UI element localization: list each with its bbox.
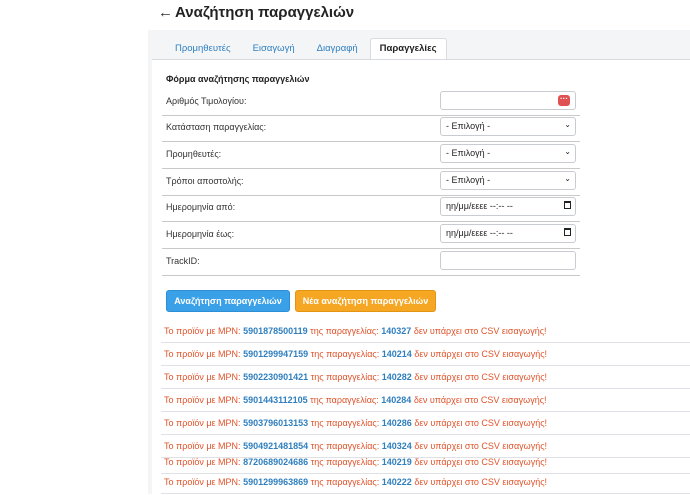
order-number: 140282 [381,372,412,382]
left-gutter [0,0,148,494]
date-to-label: Ημερομηνία έως: [166,229,235,239]
suppliers-value: - Επιλογή - [446,148,491,158]
warning-message: Το προϊόν με MPN: 5901443112105 της παρα… [161,389,690,412]
date-from-row: Ημερομηνία από: ηη/μμ/εεεε --:-- -- [162,195,580,222]
warning-middle: της παραγγελίας: [310,372,380,382]
shipping-methods-select[interactable]: - Επιλογή - ⌄ [440,171,576,190]
shipping-methods-value: - Επιλογή - [446,175,491,185]
mpn-value: 5904921481854 [243,441,309,451]
trackid-label: TrackID: [166,256,200,266]
form-title: Φόρμα αναζήτησης παραγγελιών [166,74,310,84]
warning-message: Το προϊόν με MPN: 5901299947159 της παρα… [161,343,690,366]
warning-suffix: δεν υπάρχει στο CSV εισαγωγής! [414,441,548,451]
new-search-button[interactable]: Νέα αναζήτηση παραγγελιών [295,290,436,312]
warning-prefix: Το προϊόν με MPN: [164,372,241,382]
order-number: 140284 [381,395,412,405]
warning-suffix: δεν υπάρχει στο CSV εισαγωγής! [414,372,548,382]
mpn-value: 8720689024686 [243,457,309,467]
calendar-icon[interactable] [564,201,571,209]
order-number: 140327 [381,326,412,336]
chevron-down-icon: ⌄ [564,147,571,156]
warning-prefix: Το προϊόν με MPN: [164,418,241,428]
warning-middle: της παραγγελίας: [310,477,380,487]
warning-middle: της παραγγελίας: [310,349,380,359]
date-to-value: ηη/μμ/εεεε --:-- -- [446,228,513,238]
date-to-input[interactable]: ηη/μμ/εεεε --:-- -- [440,224,576,243]
calendar-icon[interactable] [564,228,571,236]
warning-message: Το προϊόν με MPN: 5901299963869 της παρα… [161,471,690,494]
suppliers-select[interactable]: - Επιλογή - ⌄ [440,144,576,163]
shipping-methods-row: Τρόποι αποστολής: - Επιλογή - ⌄ [162,169,580,196]
tab-orders[interactable]: Παραγγελίες [369,38,447,60]
tab-suppliers[interactable]: Προμηθευτές [165,38,241,59]
warning-middle: της παραγγελίας: [310,441,380,451]
warning-message: Το προϊόν με MPN: 5901878500119 της παρα… [161,320,690,343]
order-number: 140219 [381,457,412,467]
tab-import[interactable]: Εισαγωγή [243,38,305,59]
warning-suffix: δεν υπάρχει στο CSV εισαγωγής! [414,418,548,428]
warning-prefix: Το προϊόν με MPN: [164,395,241,405]
tab-bar: Προμηθευτές Εισαγωγή Διαγραφή Παραγγελίε… [165,38,449,60]
warning-suffix: δεν υπάρχει στο CSV εισαγωγής! [414,457,548,467]
chevron-down-icon: ⌄ [564,174,571,183]
mpn-value: 5903796013153 [243,418,309,428]
suppliers-row: Προμηθευτές: - Επιλογή - ⌄ [162,142,580,169]
warning-suffix: δεν υπάρχει στο CSV εισαγωγής! [414,349,548,359]
order-number: 140324 [381,441,412,451]
warning-suffix: δεν υπάρχει στο CSV εισαγωγής! [414,477,548,487]
mpn-value: 5901299963869 [243,477,309,487]
trackid-row: TrackID: [162,249,580,276]
invoice-number-label: Αριθμός Τιμολογίου: [166,96,247,106]
more-icon[interactable]: ··· [558,95,570,106]
order-status-row: Κατάσταση παραγγελίας: - Επιλογή - ⌄ [162,115,580,142]
chevron-down-icon: ⌄ [564,120,571,129]
date-from-label: Ημερομηνία από: [166,202,236,212]
page-title: Αναζήτηση παραγγελιών [175,4,355,21]
warning-suffix: δεν υπάρχει στο CSV εισαγωγής! [413,326,547,336]
search-orders-button[interactable]: Αναζήτηση παραγγελιών [166,290,290,312]
warning-message: Το προϊόν με MPN: 5902230901421 της παρα… [161,366,690,389]
warning-prefix: Το προϊόν με MPN: [164,349,241,359]
shipping-methods-label: Τρόποι αποστολής: [166,176,244,186]
order-number: 140214 [381,349,412,359]
warning-prefix: Το προϊόν με MPN: [164,326,241,336]
mpn-value: 5901878500119 [243,326,308,336]
date-to-row: Ημερομηνία έως: ηη/μμ/εεεε --:-- -- [162,222,580,249]
mpn-value: 5901299947159 [243,349,309,359]
date-from-value: ηη/μμ/εεεε --:-- -- [446,201,513,211]
warning-message: Το προϊόν με MPN: 5903796013153 της παρα… [161,412,690,435]
warning-suffix: δεν υπάρχει στο CSV εισαγωγής! [413,395,547,405]
order-status-label: Κατάσταση παραγγελίας: [166,122,267,132]
mpn-value: 5901443112105 [243,395,308,405]
warning-prefix: Το προϊόν με MPN: [164,441,241,451]
warning-prefix: Το προϊόν με MPN: [164,477,241,487]
warning-middle: της παραγγελίας: [310,418,380,428]
date-from-input[interactable]: ηη/μμ/εεεε --:-- -- [440,197,576,216]
warning-middle: της παραγγελίας: [310,395,379,405]
warning-middle: της παραγγελίας: [310,326,379,336]
invoice-number-input[interactable]: ··· [440,91,576,110]
invoice-number-row: Αριθμός Τιμολογίου: ··· [162,89,580,116]
tab-delete[interactable]: Διαγραφή [307,38,368,59]
order-status-value: - Επιλογή - [446,121,491,131]
order-number: 140286 [381,418,412,428]
mpn-value: 5902230901421 [243,372,309,382]
warning-prefix: Το προϊόν με MPN: [164,457,241,467]
arrow-left-icon[interactable]: ← [158,4,173,21]
order-status-select[interactable]: - Επιλογή - ⌄ [440,117,576,136]
trackid-input[interactable] [440,251,576,270]
page-header: ← Αναζήτηση παραγγελιών [148,0,690,30]
warning-middle: της παραγγελίας: [310,457,380,467]
order-number: 140222 [381,477,412,487]
suppliers-label: Προμηθευτές: [166,149,222,159]
